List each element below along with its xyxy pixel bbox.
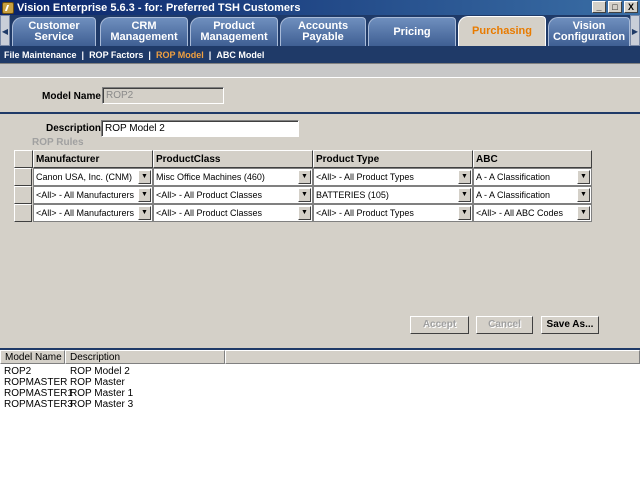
manufacturer-select[interactable]: <All> - All Manufacturers [33,186,153,204]
productclass-select[interactable]: Misc Office Machines (460) [153,168,313,186]
product-type-select[interactable]: <All> - All Product Types [313,168,473,186]
list-item-description: ROP Model 2 [70,366,130,377]
list-item-model-name: ROP2 [4,366,32,377]
tab-scroll-left-icon[interactable]: ◀ [0,15,10,46]
list-item-description: ROP Master 3 [70,399,134,410]
grid-corner-header [14,150,33,168]
list-item-model-name: ROPMASTER [4,377,68,388]
accept-button[interactable]: Accept [410,316,469,334]
model-name-label: Model Name [42,91,101,102]
tab-purchasing[interactable]: Purchasing [458,16,546,46]
toolbar-strip [0,63,640,78]
model-name-field[interactable]: ROP2 [102,87,224,104]
list-item-model-name: ROPMASTER3 [4,399,73,410]
productclass-select[interactable]: <All> - All Product Classes [153,186,313,204]
subnav-rop-factors[interactable]: ROP Factors [89,50,143,60]
chevron-down-icon[interactable]: ▼ [577,206,590,220]
subnav-rop-model[interactable]: ROP Model [156,50,204,60]
row-header[interactable] [14,168,32,186]
section-divider [0,112,640,114]
productclass-select[interactable]: <All> - All Product Classes [153,204,313,222]
subnav-file-maintenance[interactable]: File Maintenance [4,50,77,60]
chevron-down-icon[interactable]: ▼ [138,188,151,202]
tab-scroll-right-icon[interactable]: ▶ [630,15,640,46]
list-item[interactable]: ROPMASTER3 ROP Master 3 [0,399,640,411]
save-as-button[interactable]: Save As... [541,316,599,334]
row-header[interactable] [14,186,32,204]
tab-crm-management[interactable]: CRM Management [100,17,188,46]
tab-accounts-payable[interactable]: Accounts Payable [280,17,366,46]
list-header-filler [225,350,640,364]
chevron-down-icon[interactable]: ▼ [577,170,590,184]
manufacturer-select[interactable]: Canon USA, Inc. (CNM) [33,168,153,186]
chevron-down-icon[interactable]: ▼ [458,206,471,220]
description-label: Description [46,123,102,134]
rop-rules-title: ROP Rules [32,137,84,148]
column-header-product-type: Product Type [313,150,473,168]
minimize-button[interactable]: _ [592,1,606,13]
window-controls: _ □ X [592,1,638,13]
subnav-separator: | [208,49,212,60]
chevron-down-icon[interactable]: ▼ [458,170,471,184]
list-item-model-name: ROPMASTER1 [4,388,73,399]
chevron-down-icon[interactable]: ▼ [298,170,311,184]
list-header-description[interactable]: Description [65,350,225,364]
chevron-down-icon[interactable]: ▼ [138,206,151,220]
chevron-down-icon[interactable]: ▼ [298,188,311,202]
cancel-button[interactable]: Cancel [476,316,533,334]
list-header-model-name[interactable]: Model Name [0,350,65,364]
module-tab-strip: ◀ Customer Service CRM Management Produc… [0,15,640,46]
abc-select[interactable]: A - A Classification [473,186,592,204]
window-title: Vision Enterprise 5.6.3 - for: Preferred… [17,1,301,14]
column-header-productclass: ProductClass [153,150,313,168]
description-field[interactable]: ROP Model 2 [101,120,299,137]
subnav-separator: | [148,49,151,60]
chevron-down-icon[interactable]: ▼ [577,188,590,202]
sub-navigation: File Maintenance | ROP Factors | ROP Mod… [0,46,640,63]
app-logo-icon [2,1,14,14]
tab-vision-configuration[interactable]: Vision Configuration [548,17,630,46]
models-list: Model Name Description ROP2 ROP Model 2 … [0,348,640,480]
abc-select[interactable]: A - A Classification [473,168,592,186]
close-button[interactable]: X [624,1,638,13]
column-header-abc: ABC [473,150,592,168]
list-item-description: ROP Master 1 [70,388,134,399]
subnav-separator: | [81,49,85,60]
title-bar: Vision Enterprise 5.6.3 - for: Preferred… [0,0,640,15]
chevron-down-icon[interactable]: ▼ [138,170,151,184]
tab-product-management[interactable]: Product Management [190,17,278,46]
subnav-abc-model[interactable]: ABC Model [216,50,264,60]
tab-customer-service[interactable]: Customer Service [12,17,96,46]
chevron-down-icon[interactable]: ▼ [298,206,311,220]
product-type-select[interactable]: <All> - All Product Types [313,204,473,222]
tab-pricing[interactable]: Pricing [368,17,456,46]
product-type-select[interactable]: BATTERIES (105) [313,186,473,204]
chevron-down-icon[interactable]: ▼ [458,188,471,202]
list-item-description: ROP Master [70,377,125,388]
column-header-manufacturer: Manufacturer [33,150,153,168]
abc-select[interactable]: <All> - All ABC Codes [473,204,592,222]
maximize-button[interactable]: □ [608,1,622,13]
manufacturer-select[interactable]: <All> - All Manufacturers [33,204,153,222]
row-header[interactable] [14,204,32,222]
